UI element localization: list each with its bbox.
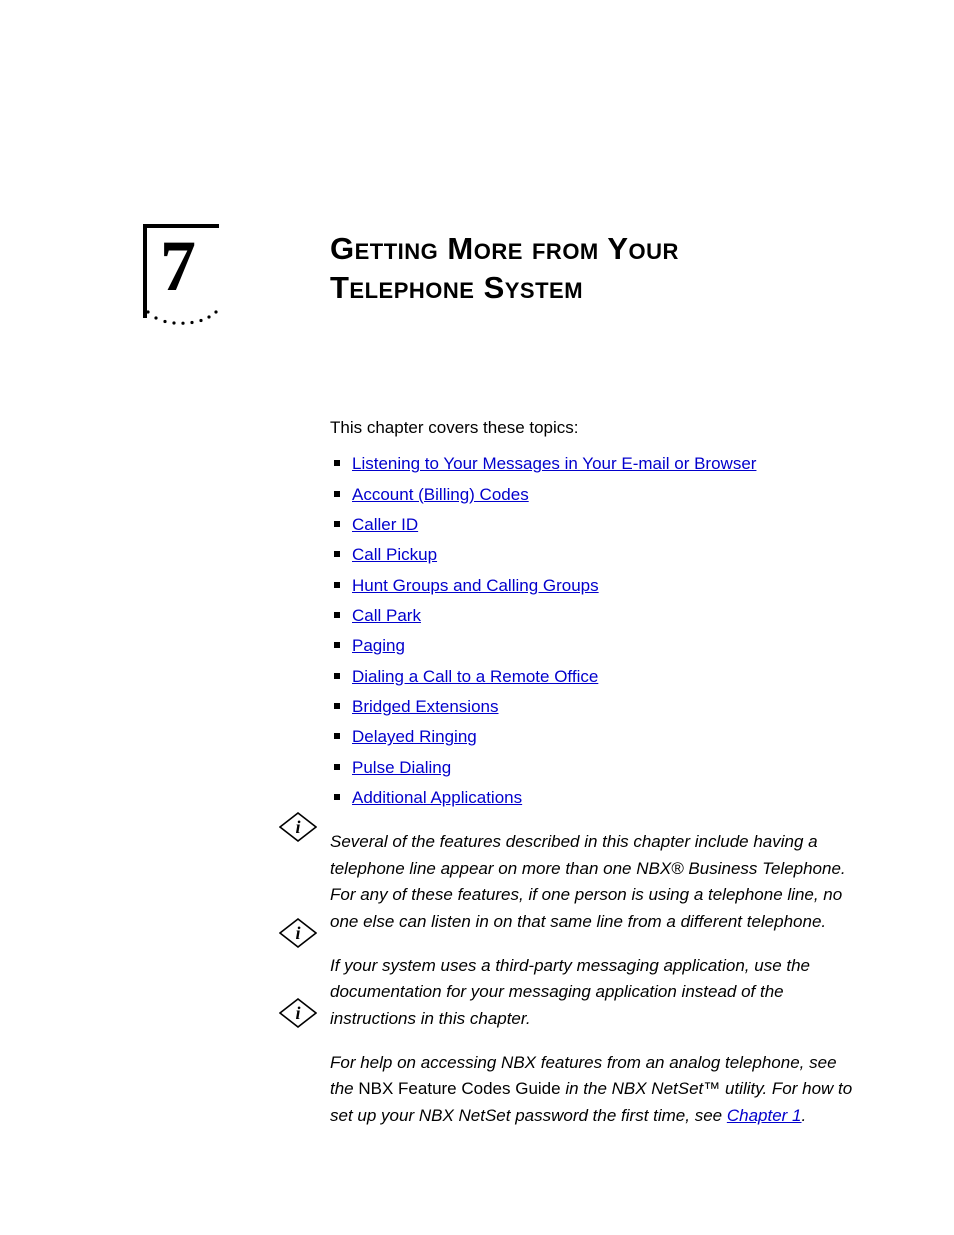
topic-list: Listening to Your Messages in Your E-mai… — [330, 451, 858, 811]
list-item: Pulse Dialing — [330, 755, 858, 781]
chapter-heading: Getting More from Your Telephone System — [330, 230, 824, 308]
note-2: If your system uses a third-party messag… — [330, 953, 858, 1032]
info-icon: i — [279, 812, 317, 842]
topic-link[interactable]: Additional Applications — [352, 788, 522, 807]
svg-text:i: i — [295, 817, 300, 837]
intro-text: This chapter covers these topics: — [330, 415, 858, 441]
list-item: Listening to Your Messages in Your E-mai… — [330, 451, 858, 477]
chapter-1-link[interactable]: Chapter 1 — [727, 1106, 802, 1125]
note-3-end: . — [802, 1106, 807, 1125]
note-1: Several of the features described in thi… — [330, 829, 858, 934]
topic-link[interactable]: Delayed Ringing — [352, 727, 477, 746]
list-item: Caller ID — [330, 512, 858, 538]
topic-link[interactable]: Paging — [352, 636, 405, 655]
body-content: This chapter covers these topics: Listen… — [330, 415, 858, 1147]
topic-link[interactable]: Account (Billing) Codes — [352, 485, 529, 504]
list-item: Dialing a Call to a Remote Office — [330, 664, 858, 690]
note-3-guide-name: NBX Feature Codes Guide — [358, 1079, 560, 1098]
list-item: Paging — [330, 633, 858, 659]
svg-text:i: i — [295, 923, 300, 943]
topic-link[interactable]: Pulse Dialing — [352, 758, 451, 777]
topic-link[interactable]: Hunt Groups and Calling Groups — [352, 576, 599, 595]
topic-link[interactable]: Listening to Your Messages in Your E-mai… — [352, 454, 756, 473]
list-item: Account (Billing) Codes — [330, 482, 858, 508]
list-item: Delayed Ringing — [330, 724, 858, 750]
list-item: Call Park — [330, 603, 858, 629]
topic-link[interactable]: Caller ID — [352, 515, 418, 534]
list-item: Call Pickup — [330, 542, 858, 568]
topic-link[interactable]: Dialing a Call to a Remote Office — [352, 667, 598, 686]
chapter-number: 7 — [160, 230, 196, 302]
list-item: Hunt Groups and Calling Groups — [330, 573, 858, 599]
info-icon: i — [279, 998, 317, 1028]
note-3: For help on accessing NBX features from … — [330, 1050, 858, 1129]
topic-link[interactable]: Call Pickup — [352, 545, 437, 564]
info-icon: i — [279, 918, 317, 948]
svg-text:i: i — [295, 1003, 300, 1023]
topic-link[interactable]: Call Park — [352, 606, 421, 625]
document-page: 7 Getting More from Your Telephone Syste… — [0, 0, 954, 1235]
list-item: Bridged Extensions — [330, 694, 858, 720]
topic-link[interactable]: Bridged Extensions — [352, 697, 498, 716]
list-item: Additional Applications — [330, 785, 858, 811]
